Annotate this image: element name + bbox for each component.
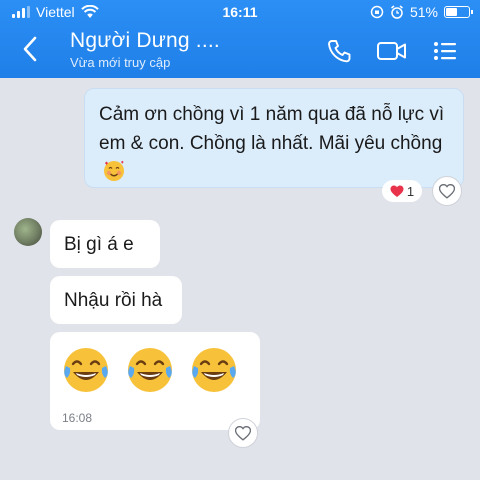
call-button[interactable] <box>326 38 354 64</box>
reaction-count-badge[interactable]: 1 <box>382 180 422 202</box>
video-call-button[interactable] <box>376 38 408 64</box>
incoming-message[interactable]: Bị gì á e <box>50 220 160 268</box>
chevron-left-icon <box>23 36 37 62</box>
contact-name: Người Dưng .... <box>70 29 220 52</box>
menu-list-icon <box>434 42 456 60</box>
red-heart-icon <box>390 185 404 197</box>
video-camera-icon <box>377 42 406 60</box>
incoming-emoji-message[interactable]: 16:08 <box>50 332 260 430</box>
tears-of-joy-icon <box>128 348 172 392</box>
react-button[interactable] <box>432 176 462 206</box>
contact-info[interactable]: Người Dưng .... Vừa mới truy cập <box>70 29 220 70</box>
outgoing-message[interactable]: Cảm ơn chồng vì 1 năm qua đã nỗ lực vì e… <box>84 88 464 188</box>
react-button[interactable] <box>228 418 258 448</box>
contact-status: Vừa mới truy cập <box>70 55 171 70</box>
rotation-lock-icon <box>370 5 384 19</box>
message-time: 16:08 <box>62 411 93 425</box>
status-bar: Viettel 16:11 51% <box>0 0 480 24</box>
message-text: Bị gì á e <box>64 234 134 255</box>
avatar[interactable] <box>14 218 42 246</box>
incoming-message[interactable]: Nhậu rồi hà <box>50 276 182 324</box>
heart-outline-icon <box>235 425 251 441</box>
back-button[interactable] <box>22 36 38 68</box>
heart-outline-icon <box>439 183 455 199</box>
reaction-count: 1 <box>406 183 415 199</box>
smiling-face-with-hearts-icon <box>104 160 124 181</box>
phone-icon <box>328 40 351 63</box>
battery-percent: 51% <box>409 4 438 20</box>
tears-of-joy-icon <box>192 348 236 392</box>
battery-icon <box>444 6 473 18</box>
menu-button[interactable] <box>432 38 460 64</box>
message-text: Nhậu rồi hà <box>64 290 163 311</box>
app-header: Viettel 16:11 51% Người Dưng .... Vừa mớ… <box>0 0 480 78</box>
alarm-icon <box>391 5 403 19</box>
message-text: Cảm ơn chồng vì 1 năm qua đã nỗ lực vì e… <box>99 104 445 154</box>
tears-of-joy-icon <box>64 348 108 392</box>
